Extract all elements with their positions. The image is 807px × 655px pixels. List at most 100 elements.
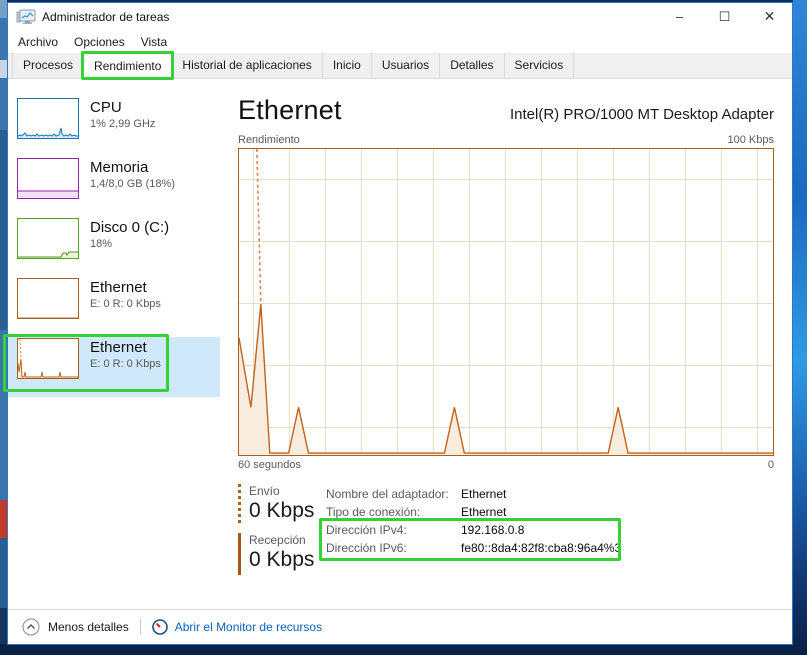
memory-title: Memoria: [90, 158, 175, 177]
plot-labels: Rendimiento 100 Kbps: [238, 134, 774, 146]
detail-label: Tipo de conexión:: [326, 503, 461, 521]
receive-value: 0 Kbps: [249, 548, 314, 572]
sidebar-item-cpu[interactable]: CPU 1% 2,99 GHz: [8, 97, 220, 157]
ethernet1-title: Ethernet: [90, 278, 161, 297]
sidebar-item-ethernet-1[interactable]: Ethernet E: 0 R: 0 Kbps: [8, 277, 220, 337]
ip-address-rows: Dirección IPv4: 192.168.0.8 Dirección IP…: [326, 521, 621, 557]
desktop-fragment: [0, 538, 7, 608]
desktop-fragment: [0, 60, 7, 78]
detail-value: Ethernet: [461, 503, 506, 521]
disk-labels: Disco 0 (C:) 18%: [90, 218, 169, 252]
x-axis-right-label: 0: [768, 459, 774, 471]
statusbar-divider: [140, 619, 141, 635]
window-title: Administrador de tareas: [42, 10, 169, 24]
tab-detalles[interactable]: Detalles: [440, 53, 504, 78]
tab-bar: Procesos Rendimiento Historial de aplica…: [8, 53, 792, 79]
chevron-up-circle-icon: [22, 618, 40, 636]
detail-row-ipv6: Dirección IPv6: fe80::8da4:82f8:cba8:96a…: [326, 539, 621, 557]
perf-label: Rendimiento: [238, 134, 300, 146]
x-axis-left-label: 60 segundos: [238, 459, 301, 471]
ethernet2-stats: E: 0 R: 0 Kbps: [90, 357, 161, 372]
cpu-mini-chart: [17, 98, 79, 139]
adapter-name: Intel(R) PRO/1000 MT Desktop Adapter: [510, 106, 774, 126]
open-resource-monitor-label: Abrir el Monitor de recursos: [175, 620, 322, 634]
close-button[interactable]: ✕: [747, 3, 792, 30]
maximize-button[interactable]: ☐: [702, 3, 747, 30]
tab-historial[interactable]: Historial de aplicaciones: [172, 53, 322, 78]
task-manager-window: Administrador de tareas – ☐ ✕ Archivo Op…: [7, 2, 793, 645]
performance-pane: CPU 1% 2,99 GHz Memoria 1,4/8,0 GB (18%): [8, 79, 792, 609]
memory-stats: 1,4/8,0 GB (18%): [90, 177, 175, 192]
ipv4-value: 192.168.0.8: [461, 521, 524, 539]
task-manager-icon: [16, 9, 36, 25]
desktop-fragment: [0, 500, 7, 538]
resource-monitor-icon: [152, 619, 168, 635]
throughput-column: Envío 0 Kbps Recepción 0 Kbps: [238, 484, 326, 575]
desktop-fragment: [0, 18, 7, 60]
adapter-details: Nombre del adaptador: Ethernet Tipo de c…: [326, 484, 621, 575]
desktop-edge-right: [793, 0, 807, 655]
sidebar-item-memoria[interactable]: Memoria 1,4/8,0 GB (18%): [8, 157, 220, 217]
ipv6-value: fe80::8da4:82f8:cba8:96a4%3: [461, 539, 621, 557]
menu-opciones[interactable]: Opciones: [66, 32, 133, 52]
tab-rendimiento-label: Rendimiento: [94, 59, 161, 73]
disk-title: Disco 0 (C:): [90, 218, 169, 237]
cpu-stats: 1% 2,99 GHz: [90, 117, 155, 132]
tab-servicios[interactable]: Servicios: [505, 53, 575, 78]
send-legend-bar: [238, 484, 241, 526]
tab-usuarios[interactable]: Usuarios: [372, 53, 440, 78]
minimize-button[interactable]: –: [657, 3, 702, 30]
status-bar: Menos detalles Abrir el Monitor de recur…: [8, 609, 792, 644]
menubar: Archivo Opciones Vista: [8, 30, 792, 53]
desktop-fragment: [0, 130, 7, 330]
disk-mini-chart: [17, 218, 79, 259]
sidebar-item-disco[interactable]: Disco 0 (C:) 18%: [8, 217, 220, 277]
page-title: Ethernet: [238, 95, 342, 126]
ethernet1-labels: Ethernet E: 0 R: 0 Kbps: [90, 278, 161, 312]
desktop-edge-bottom: [0, 644, 807, 655]
detail-header: Ethernet Intel(R) PRO/1000 MT Desktop Ad…: [238, 95, 774, 126]
memory-mini-chart: [17, 158, 79, 199]
disk-stats: 18%: [90, 237, 169, 252]
send-series-line: [257, 149, 261, 304]
detail-label: Dirección IPv4:: [326, 521, 461, 539]
ethernet-detail-pane: Ethernet Intel(R) PRO/1000 MT Desktop Ad…: [220, 79, 792, 609]
receive-legend-bar: [238, 533, 241, 575]
tab-rendimiento[interactable]: Rendimiento: [84, 53, 172, 79]
detail-row-adapter-name: Nombre del adaptador: Ethernet: [326, 485, 621, 503]
menu-vista[interactable]: Vista: [133, 32, 175, 52]
tab-inicio[interactable]: Inicio: [323, 53, 372, 78]
open-resource-monitor-link[interactable]: Abrir el Monitor de recursos: [152, 619, 322, 635]
titlebar: Administrador de tareas – ☐ ✕: [8, 3, 792, 30]
menu-archivo[interactable]: Archivo: [10, 32, 66, 52]
tab-procesos[interactable]: Procesos: [12, 53, 84, 78]
ethernet2-title: Ethernet: [90, 338, 161, 357]
send-label: Envío: [249, 484, 314, 498]
less-details-label: Menos detalles: [48, 620, 129, 634]
less-details-button[interactable]: Menos detalles: [22, 618, 129, 636]
detail-value: Ethernet: [461, 485, 506, 503]
desktop-fragment: [0, 330, 7, 500]
x-axis-labels: 60 segundos 0: [238, 459, 774, 471]
ethernet1-mini-chart: [17, 278, 79, 319]
receive-series-line: [239, 304, 773, 453]
ethernet2-labels: Ethernet E: 0 R: 0 Kbps: [90, 338, 161, 372]
cpu-labels: CPU 1% 2,99 GHz: [90, 98, 155, 132]
performance-sidebar: CPU 1% 2,99 GHz Memoria 1,4/8,0 GB (18%): [8, 79, 220, 609]
desktop-fragment: [0, 608, 7, 645]
cpu-title: CPU: [90, 98, 155, 117]
window-controls: – ☐ ✕: [657, 3, 792, 30]
network-usage-chart[interactable]: [238, 148, 774, 456]
sidebar-item-ethernet-2[interactable]: Ethernet E: 0 R: 0 Kbps: [8, 337, 220, 397]
send-value: 0 Kbps: [249, 499, 314, 523]
memory-labels: Memoria 1,4/8,0 GB (18%): [90, 158, 175, 192]
send-stat: Envío 0 Kbps: [238, 484, 326, 526]
detail-row-connection-type: Tipo de conexión: Ethernet: [326, 503, 621, 521]
receive-label: Recepción: [249, 533, 314, 547]
detail-label: Nombre del adaptador:: [326, 485, 461, 503]
stats-section: Envío 0 Kbps Recepción 0 Kbps N: [238, 484, 774, 575]
receive-stat: Recepción 0 Kbps: [238, 533, 326, 575]
ethernet2-mini-chart: [17, 338, 79, 379]
desktop-fragment: [0, 78, 7, 130]
detail-label: Dirección IPv6:: [326, 539, 461, 557]
